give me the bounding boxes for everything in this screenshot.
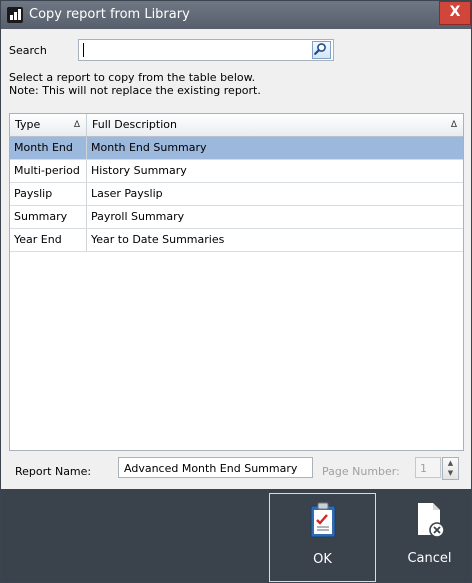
page-number-input: 1 <box>415 457 441 478</box>
instruction-line: Select a report to copy from the table b… <box>9 71 256 84</box>
page-number-label: Page Number: <box>322 465 400 478</box>
description-cell: Laser Payslip <box>91 187 163 200</box>
table-header: Type Δ Full Description Δ <box>10 114 463 137</box>
description-cell: History Summary <box>91 164 187 177</box>
page-number-spinner: ▲ ▼ <box>442 457 459 480</box>
description-cell: Payroll Summary <box>91 210 185 223</box>
button-bar: OK Cancel <box>1 489 471 582</box>
description-cell: Year to Date Summaries <box>91 233 225 246</box>
sort-icon: Δ <box>73 120 80 130</box>
column-header-label: Full Description <box>92 118 177 131</box>
table-row[interactable]: Multi-period History Summary <box>10 160 463 183</box>
close-icon: X <box>449 4 461 20</box>
instructions: Select a report to copy from the table b… <box>9 71 261 97</box>
type-cell: Summary <box>10 206 87 228</box>
spin-down-icon: ▼ <box>447 469 454 477</box>
report-table[interactable]: Type Δ Full Description Δ Month End Mont… <box>9 113 464 451</box>
search-label: Search <box>9 44 47 57</box>
column-header-type[interactable]: Type Δ <box>10 114 87 136</box>
search-input[interactable] <box>78 39 334 61</box>
cancel-button[interactable]: Cancel <box>376 493 471 582</box>
type-cell: Payslip <box>10 183 87 205</box>
search-icon <box>314 43 326 55</box>
type-cell: Multi-period <box>10 160 87 182</box>
cancel-label: Cancel <box>407 551 452 566</box>
text-caret <box>83 43 84 57</box>
close-button[interactable]: X <box>439 1 471 25</box>
type-cell: Year End <box>10 229 87 251</box>
ok-button[interactable]: OK <box>269 493 376 582</box>
report-name-label: Report Name: <box>15 465 92 478</box>
type-cell: Month End <box>10 137 87 159</box>
search-button[interactable] <box>312 41 331 59</box>
clipboard-check-icon <box>310 502 336 538</box>
title-bar[interactable]: Copy report from Library X <box>1 1 471 29</box>
report-name-input[interactable]: Advanced Month End Summary <box>118 457 313 478</box>
dialog-window: Copy report from Library X Search Select… <box>0 0 472 583</box>
note-line: Note: This will not replace the existing… <box>9 84 261 97</box>
table-row[interactable]: Month End Month End Summary <box>10 137 463 160</box>
table-row[interactable]: Summary Payroll Summary <box>10 206 463 229</box>
table-row[interactable]: Year End Year to Date Summaries <box>10 229 463 252</box>
table-row[interactable]: Payslip Laser Payslip <box>10 183 463 206</box>
column-header-description[interactable]: Full Description Δ <box>87 114 463 136</box>
app-icon <box>7 7 23 23</box>
document-close-icon <box>418 503 445 538</box>
sort-icon: Δ <box>450 120 457 130</box>
spin-up-icon: ▲ <box>447 459 454 467</box>
ok-label: OK <box>313 552 332 567</box>
column-header-label: Type <box>15 118 41 131</box>
description-cell: Month End Summary <box>91 141 207 154</box>
window-title: Copy report from Library <box>29 7 190 22</box>
